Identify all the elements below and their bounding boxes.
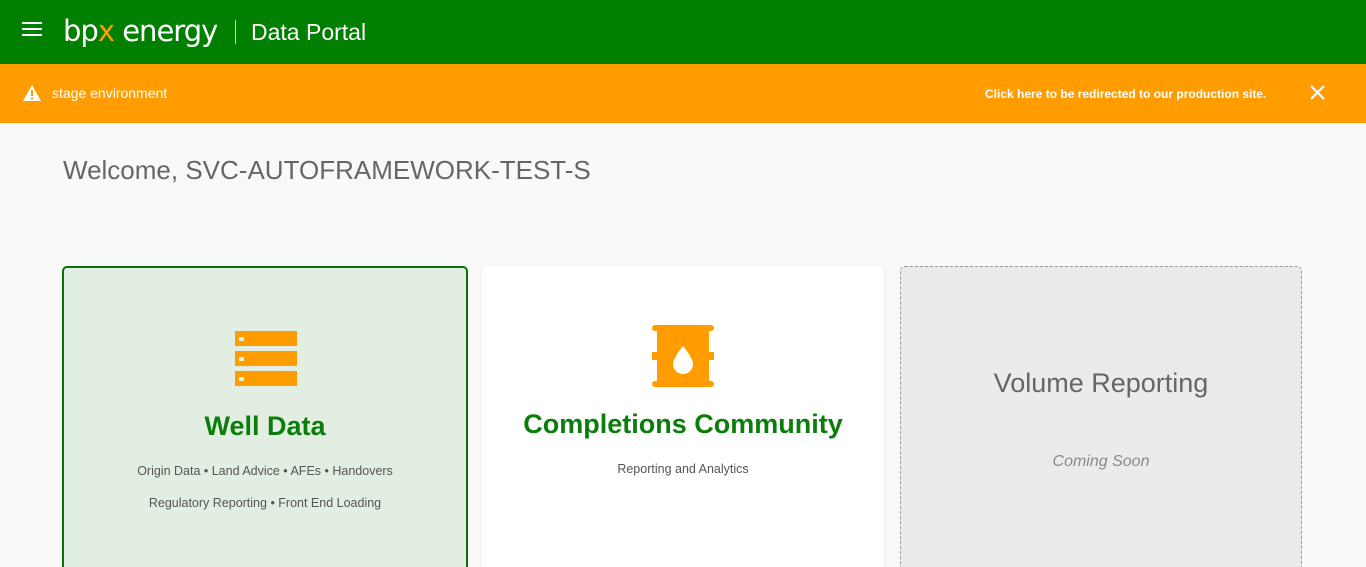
page-title: Data Portal: [251, 19, 367, 45]
hamburger-menu-icon[interactable]: [22, 22, 42, 38]
well-data-card[interactable]: Well Data Origin Data • Land Advice • AF…: [62, 266, 468, 567]
header-divider: [235, 20, 236, 44]
logo-prefix: bp: [63, 14, 99, 48]
coming-soon-label: Coming Soon: [1052, 453, 1150, 470]
welcome-heading: Welcome, SVC-AUTOFRAMEWORK-TEST-S: [63, 155, 591, 185]
well-data-subtitle-line2: Regulatory Reporting • Front End Loading: [148, 496, 382, 510]
warning-triangle-icon: [23, 85, 41, 101]
close-icon[interactable]: [1309, 84, 1326, 101]
volume-reporting-title: Volume Reporting: [993, 368, 1209, 398]
well-data-subtitle-line1: Origin Data • Land Advice • AFEs • Hando…: [137, 464, 393, 478]
storage-stack-icon: [235, 331, 297, 386]
logo-x: x: [97, 14, 115, 48]
environment-label: stage environment: [52, 85, 168, 101]
completions-community-title: Completions Community: [523, 409, 843, 439]
volume-reporting-card: Volume Reporting Coming Soon: [900, 266, 1302, 567]
completions-community-subtitle: Reporting and Analytics: [617, 462, 749, 476]
well-data-title: Well Data: [204, 411, 326, 441]
logo-suffix: energy: [114, 14, 218, 48]
bpx-energy-logo[interactable]: bpx energy: [63, 12, 218, 50]
production-redirect-link[interactable]: Click here to be redirected to our produ…: [985, 87, 1266, 101]
oil-barrel-icon: [652, 325, 714, 387]
completions-community-card[interactable]: Completions Community Reporting and Anal…: [482, 266, 884, 567]
